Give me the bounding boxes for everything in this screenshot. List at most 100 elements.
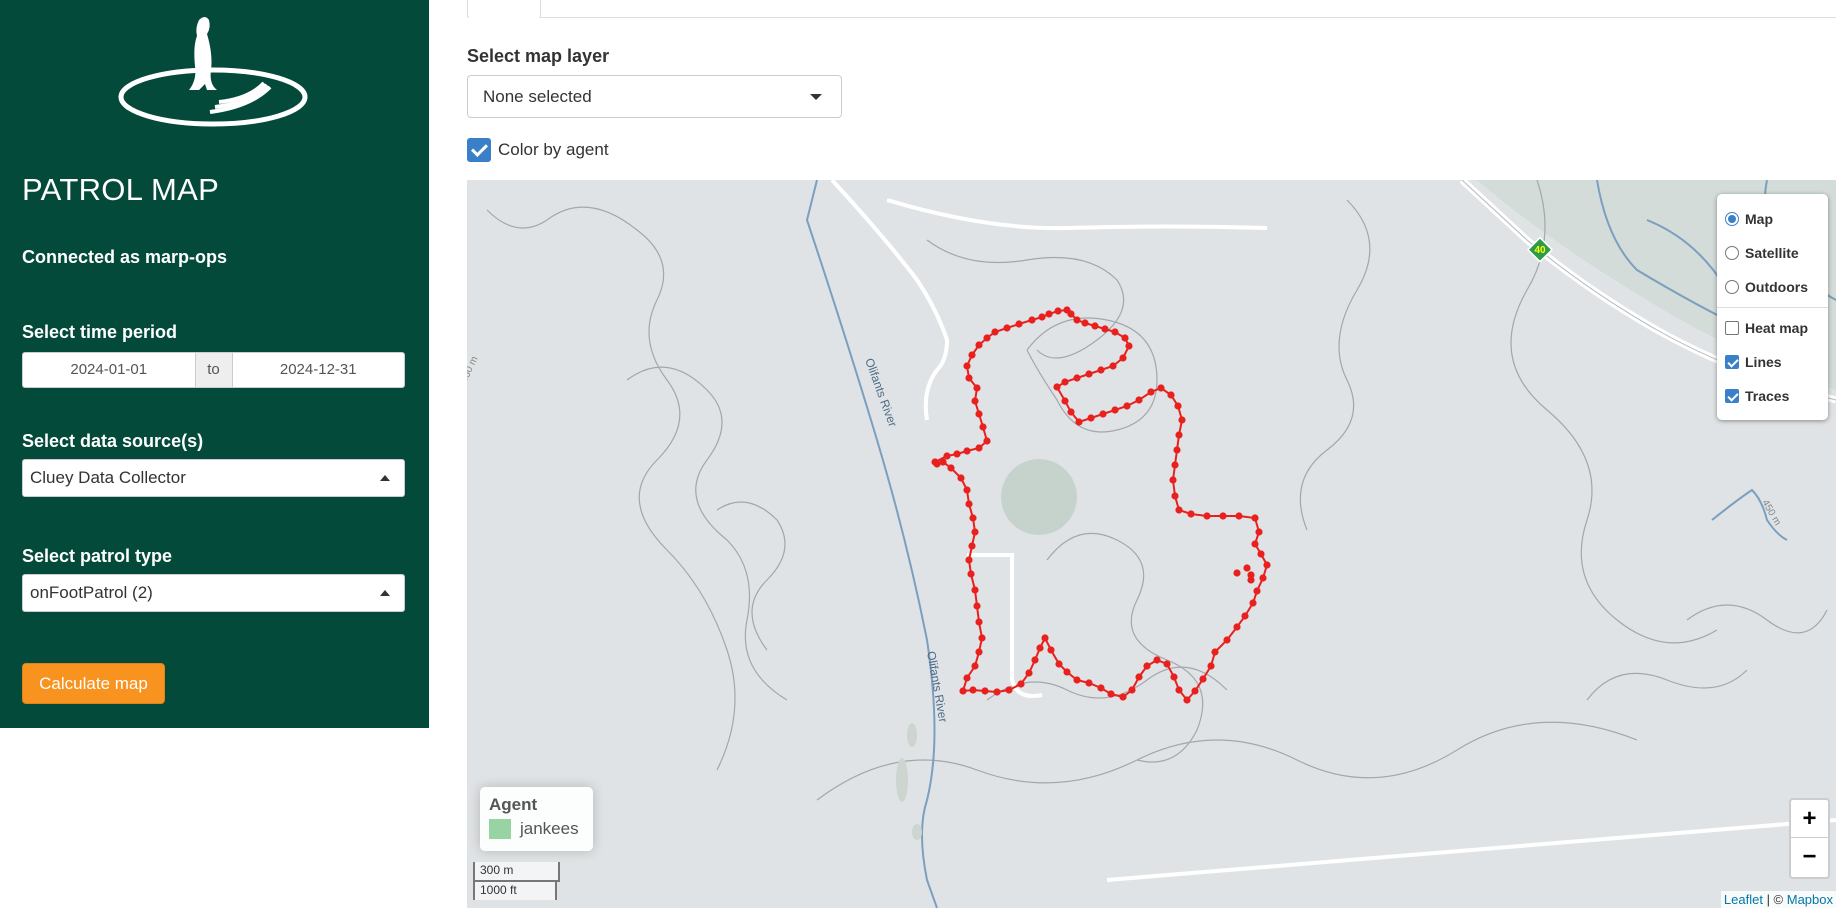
trace-point: [1091, 322, 1099, 330]
patrol-type-label: Select patrol type: [22, 546, 173, 566]
trace-point: [1241, 612, 1249, 620]
trace-point: [1175, 686, 1183, 694]
trace-point: [1061, 397, 1069, 405]
river-label-2: Olifants River: [924, 650, 950, 723]
tab-strip: [467, 0, 1836, 19]
trace-point: [1233, 569, 1241, 577]
trace-point: [1247, 576, 1255, 584]
trace-point: [1099, 410, 1107, 418]
checkbox-lines[interactable]: [1725, 355, 1739, 369]
base-layer-outdoors-label: Outdoors: [1745, 279, 1808, 295]
base-layer-map-label: Map: [1745, 211, 1773, 227]
radio-outdoors[interactable]: [1725, 280, 1739, 294]
date-range-input: 2024-01-01 to 2024-12-31: [22, 352, 405, 388]
patrol-type-select[interactable]: onFootPatrol (2): [22, 574, 405, 612]
trace-point: [1135, 396, 1143, 404]
trace-point: [1005, 686, 1013, 694]
trace-point: [1015, 320, 1023, 328]
trace-point: [975, 341, 983, 349]
trace-point: [1125, 342, 1133, 350]
trace-point: [959, 687, 967, 695]
trace-point: [1028, 316, 1036, 324]
base-layer-satellite-label: Satellite: [1745, 245, 1799, 261]
calculate-map-button[interactable]: Calculate map: [22, 663, 165, 704]
trace-point: [1119, 354, 1127, 362]
trace-point: [969, 686, 977, 694]
trace-point: [1143, 662, 1151, 670]
trace-point: [1170, 673, 1178, 681]
contour-label: 450 m: [467, 355, 480, 385]
overlay-heat-map[interactable]: Heat map: [1725, 311, 1820, 345]
patrol-track: [931, 306, 1271, 704]
trace-point: [975, 618, 983, 626]
layer-control: Map Satellite Outdoors Heat map Lines Tr…: [1717, 194, 1828, 420]
trace-point: [975, 444, 983, 452]
trace-point: [1119, 693, 1127, 701]
map-layer-label: Select map layer: [467, 46, 610, 66]
trace-point: [979, 423, 987, 431]
trace-point: [973, 602, 981, 610]
leaflet-link[interactable]: Leaflet: [1724, 892, 1763, 907]
overlay-lines-label: Lines: [1745, 354, 1782, 370]
connected-user: Connected as marp-ops: [22, 247, 228, 267]
base-layer-map[interactable]: Map: [1725, 202, 1820, 236]
trace-point: [1063, 668, 1071, 676]
map-layer-select[interactable]: None selected: [467, 75, 842, 118]
trace-point: [1223, 636, 1231, 644]
page-title: PATROL MAP: [22, 172, 220, 207]
trace-point: [1121, 334, 1129, 342]
checkbox-traces[interactable]: [1725, 389, 1739, 403]
trace-point: [978, 634, 986, 642]
attribution-separator: | ©: [1762, 892, 1787, 907]
legend-entry: jankees: [489, 819, 584, 839]
radio-satellite[interactable]: [1725, 246, 1739, 260]
trace-point: [1073, 676, 1081, 684]
trace-point: [1067, 408, 1075, 416]
trace-point: [1111, 328, 1119, 336]
trace-point: [1107, 690, 1115, 698]
date-from-input[interactable]: 2024-01-01: [23, 353, 195, 387]
trace-point: [1171, 492, 1179, 500]
map-canvas[interactable]: Olifants River Olifants River 450 m 450 …: [467, 180, 1836, 908]
patrol-type-value: onFootPatrol (2): [30, 583, 153, 602]
base-layer-outdoors[interactable]: Outdoors: [1725, 270, 1820, 304]
trace-point: [973, 384, 981, 392]
zoom-out-button[interactable]: −: [1791, 838, 1828, 876]
scale-bar: 300 m 1000 ft: [473, 862, 560, 900]
time-period-label: Select time period: [22, 322, 178, 342]
color-by-agent-option[interactable]: Color by agent: [467, 138, 609, 162]
trace-point: [983, 334, 991, 342]
layer-control-divider: [1717, 307, 1828, 308]
overlay-traces[interactable]: Traces: [1725, 379, 1820, 413]
trace-point: [1263, 561, 1271, 569]
trace-point: [1257, 550, 1265, 558]
trace-point: [1235, 512, 1243, 520]
tab-map[interactable]: [467, 0, 541, 19]
trace-point: [1031, 656, 1039, 664]
trace-point: [953, 450, 961, 458]
trace-point: [1047, 646, 1055, 654]
trace-point: [963, 674, 971, 682]
trace-point: [1081, 319, 1089, 327]
scale-metric: 300 m: [473, 862, 560, 882]
checkbox-heat-map[interactable]: [1725, 321, 1739, 335]
trace-point: [1025, 669, 1033, 677]
trace-point: [957, 474, 965, 482]
zoom-in-button[interactable]: +: [1791, 800, 1828, 838]
trace-point: [1153, 656, 1161, 664]
data-source-select[interactable]: Cluey Data Collector: [22, 459, 405, 497]
trace-point: [1167, 391, 1175, 399]
base-layer-satellite[interactable]: Satellite: [1725, 236, 1820, 270]
trace-point: [1036, 644, 1044, 652]
trace-point: [1073, 374, 1081, 382]
trace-point: [965, 374, 973, 382]
overlay-lines[interactable]: Lines: [1725, 345, 1820, 379]
mapbox-link[interactable]: Mapbox: [1787, 892, 1833, 907]
radio-map[interactable]: [1725, 212, 1739, 226]
contour-label-2: 450 m: [1759, 498, 1782, 528]
date-to-input[interactable]: 2024-12-31: [233, 353, 405, 387]
trace-point: [968, 351, 976, 359]
trace-point: [1097, 684, 1105, 692]
legend-agent-label: jankees: [520, 819, 579, 838]
color-by-agent-checkbox[interactable]: [467, 138, 491, 162]
